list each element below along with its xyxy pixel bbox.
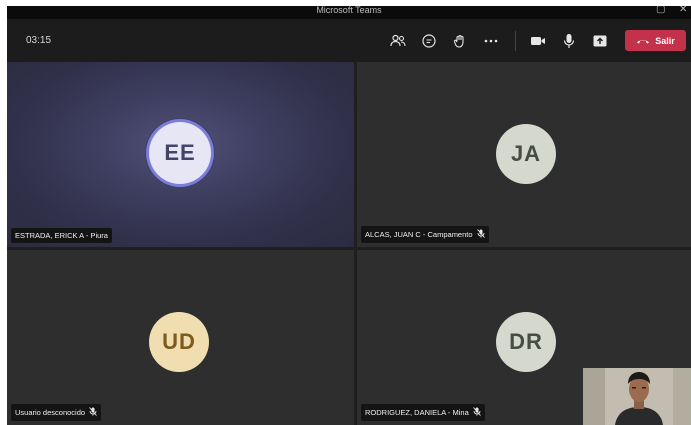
self-video-preview[interactable]	[583, 368, 691, 425]
avatar: JA	[496, 124, 556, 184]
participant-tile[interactable]: UD Usuario desconocido	[7, 250, 354, 425]
participant-name: RODRIGUEZ, DANIELA - Mina	[365, 408, 469, 417]
mic-muted-icon	[89, 407, 97, 418]
raise-hand-icon[interactable]	[450, 31, 470, 51]
participant-name-label: Usuario desconocido	[11, 404, 102, 421]
teams-window: Microsoft Teams ▢ ✕ 03:15 Salir EE ESTRA…	[7, 6, 691, 425]
screen: Microsoft Teams ▢ ✕ 03:15 Salir EE ESTRA…	[0, 0, 691, 425]
participant-name: ALCAS, JUAN C - Campamento	[365, 230, 473, 239]
meeting-toolbar: 03:15 Salir	[7, 19, 691, 62]
avatar: EE	[149, 122, 211, 184]
participant-name: ESTRADA, ERICK A - Piura	[15, 231, 108, 240]
mic-muted-icon	[472, 407, 481, 418]
participant-name-label: RODRIGUEZ, DANIELA - Mina	[361, 404, 485, 421]
self-camera-image	[583, 368, 691, 425]
title-bar: Microsoft Teams ▢ ✕	[7, 6, 691, 19]
avatar: DR	[496, 312, 556, 372]
share-screen-icon[interactable]	[590, 31, 610, 51]
participant-name-label: ESTRADA, ERICK A - Piura	[11, 228, 112, 243]
camera-icon[interactable]	[528, 31, 548, 51]
mic-icon[interactable]	[559, 31, 579, 51]
leave-label: Salir	[655, 35, 675, 46]
people-icon[interactable]	[388, 31, 408, 51]
participant-tile[interactable]: JA ALCAS, JUAN C - Campamento	[357, 62, 691, 247]
chat-icon[interactable]	[419, 31, 439, 51]
phone-hangup-icon	[637, 39, 650, 43]
more-icon[interactable]	[481, 31, 501, 51]
mic-muted-icon	[476, 229, 485, 240]
call-timer: 03:15	[26, 35, 52, 46]
leave-button[interactable]: Salir	[625, 30, 686, 51]
restore-icon[interactable]: ▢	[656, 6, 665, 15]
close-icon[interactable]: ✕	[679, 6, 687, 15]
window-title: Microsoft Teams	[316, 6, 382, 15]
toolbar-divider	[515, 31, 516, 51]
participant-name: Usuario desconocido	[15, 408, 86, 417]
participant-tile[interactable]: EE ESTRADA, ERICK A - Piura	[7, 62, 354, 247]
participant-name-label: ALCAS, JUAN C - Campamento	[361, 226, 489, 243]
avatar: UD	[149, 312, 209, 372]
